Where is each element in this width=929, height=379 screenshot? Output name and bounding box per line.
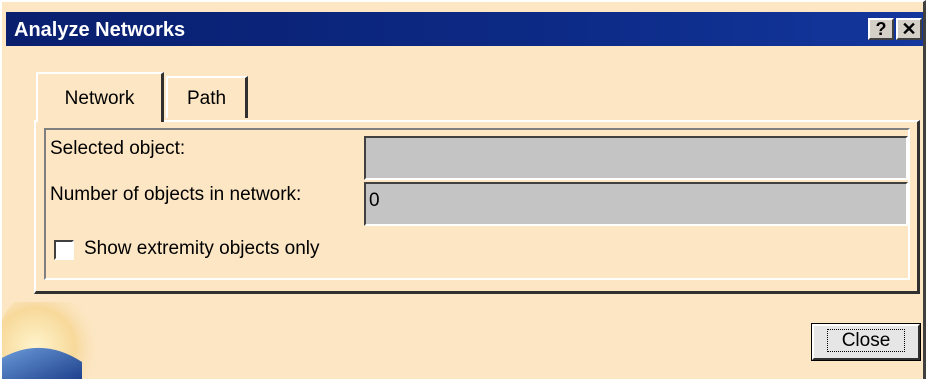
- analyze-networks-dialog: Analyze Networks ? ✕ Network Path Select…: [0, 0, 926, 379]
- selected-object-field: [364, 136, 908, 180]
- network-info-frame: Selected object: Number of objects in ne…: [44, 128, 910, 280]
- number-of-objects-label: Number of objects in network:: [50, 184, 302, 205]
- tab-panel-network: Selected object: Number of objects in ne…: [34, 120, 920, 294]
- app-logo-icon: [2, 302, 107, 379]
- selected-object-label: Selected object:: [50, 138, 186, 159]
- number-of-objects-field: 0: [364, 182, 908, 226]
- extremity-objects-checkbox[interactable]: [54, 240, 74, 260]
- extremity-objects-label[interactable]: Show extremity objects only: [84, 238, 320, 260]
- help-button[interactable]: ?: [868, 18, 894, 40]
- close-icon: ✕: [901, 19, 917, 39]
- title-bar[interactable]: Analyze Networks ? ✕: [6, 12, 923, 46]
- close-button[interactable]: Close: [811, 323, 921, 361]
- tab-path-label: Path: [186, 88, 227, 109]
- tab-network-label: Network: [64, 88, 135, 109]
- close-window-button[interactable]: ✕: [896, 18, 922, 40]
- tab-path[interactable]: Path: [166, 76, 248, 118]
- window-title: Analyze Networks: [14, 19, 186, 41]
- tab-network[interactable]: Network: [36, 72, 164, 122]
- close-button-label: Close: [826, 329, 906, 352]
